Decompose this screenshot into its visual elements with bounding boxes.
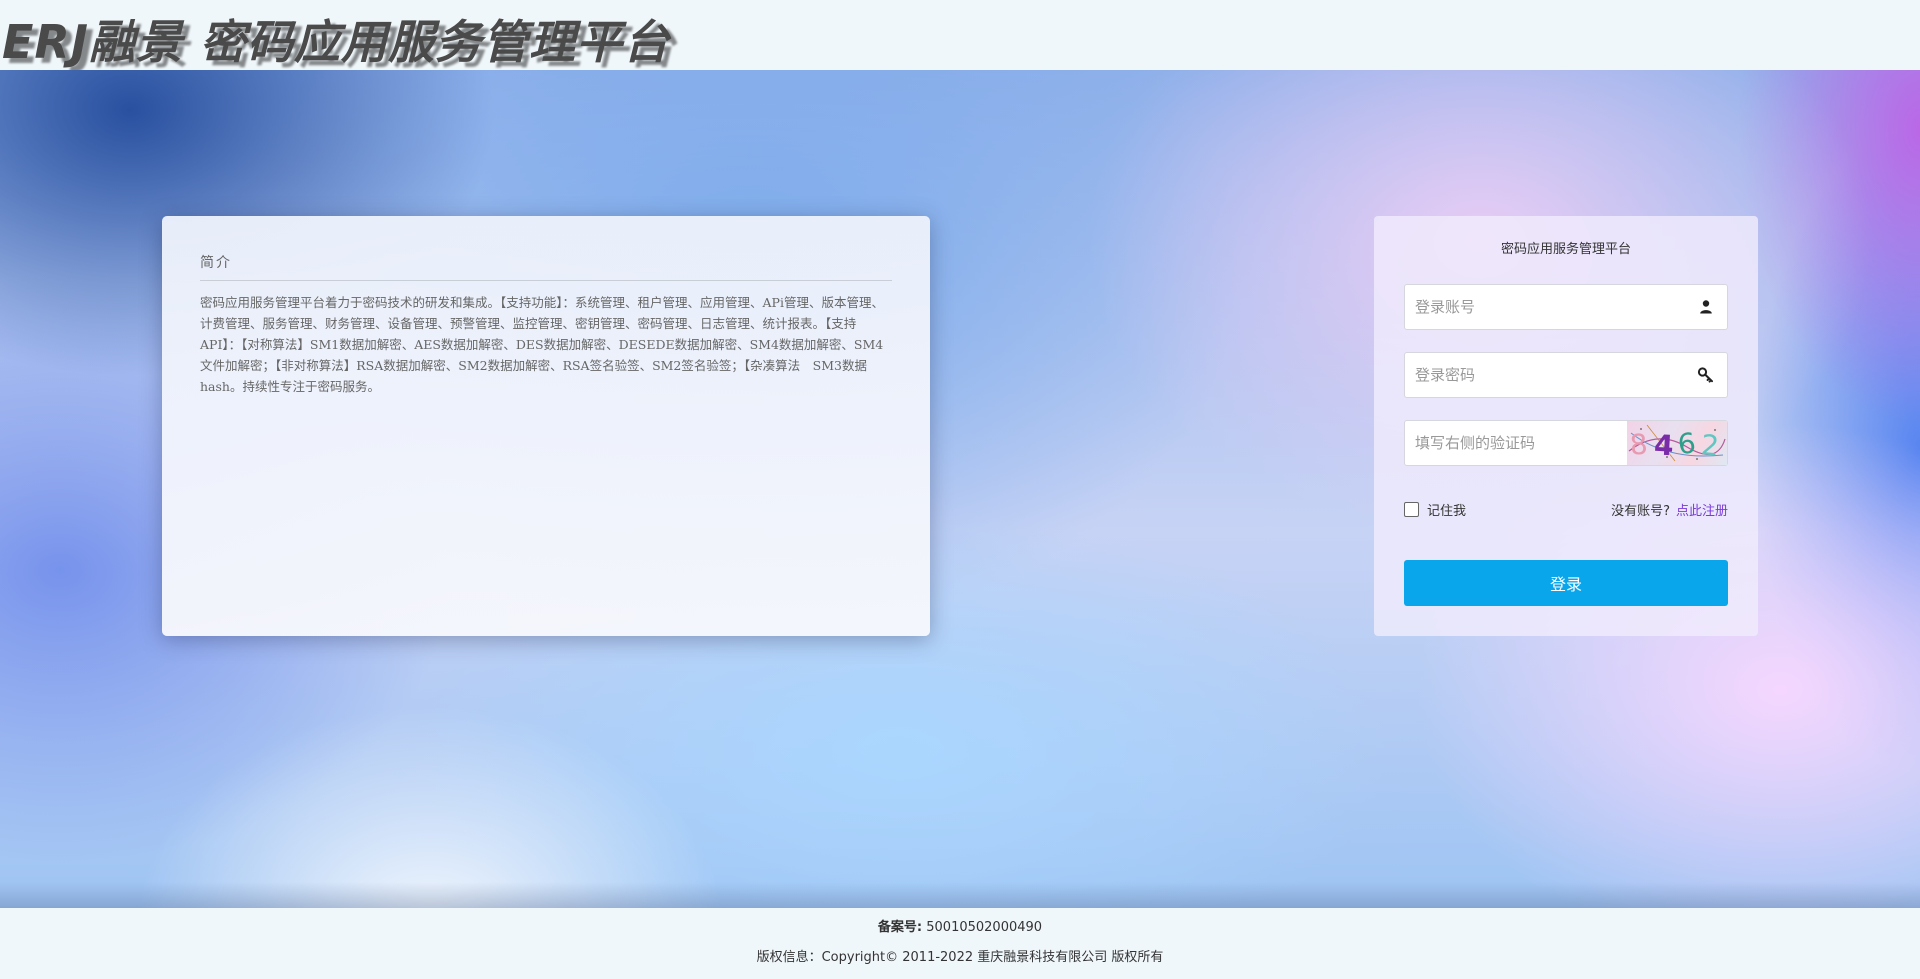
password-field [1404,352,1728,398]
captcha-noise: 8 4 6 2 [1628,424,1726,463]
user-icon [1700,300,1712,314]
footer: 备案号: 50010502000490 版权信息：Copyright© 2011… [0,908,1920,979]
svg-text:2: 2 [1700,428,1721,462]
login-panel: 密码应用服务管理平台 登录账号 填写右侧的验证码 8 4 6 2 记住我 没有账… [1374,216,1758,636]
remember-label: 记住我 [1427,503,1467,519]
remember-me[interactable]: 记住我 [1404,500,1467,519]
svg-text:4: 4 [1653,428,1674,462]
remember-checkbox[interactable] [1404,501,1419,517]
password-input[interactable] [1405,353,1675,397]
intro-panel: 简介 密码应用服务管理平台着力于密码技术的研发和集成。【支持功能】：系统管理、租… [162,216,930,636]
record-number: 50010502000490 [926,920,1043,935]
platform-logo: ERJ融景 密码应用服务管理平台 [2,15,670,69]
top-header: ERJ融景 密码应用服务管理平台 [0,0,1920,70]
captcha-image[interactable]: 8 4 6 2 [1627,421,1727,465]
register-prompt: 没有账号? 点此注册 [1611,500,1728,519]
svg-text:6: 6 [1676,426,1697,461]
copyright-text: 版权信息：Copyright© 2011-2022 重庆融景科技有限公司 版权所… [756,950,1164,965]
register-link[interactable]: 点此注册 [1676,504,1728,519]
hero-background: 简介 密码应用服务管理平台着力于密码技术的研发和集成。【支持功能】：系统管理、租… [0,70,1920,908]
svg-text:8: 8 [1629,428,1649,462]
record-line: 备案号: 50010502000490 [0,916,1920,935]
key-icon [1697,367,1713,383]
username-input[interactable] [1405,285,1675,329]
login-button[interactable]: 登录 [1404,560,1728,606]
login-title: 密码应用服务管理平台 [1500,242,1631,257]
record-label: 备案号: [877,920,923,935]
captcha-field: 8 4 6 2 [1404,420,1728,466]
username-field [1404,284,1728,330]
no-account-text: 没有账号? [1611,504,1670,519]
intro-title: 简介 [200,252,892,281]
intro-text: 密码应用服务管理平台着力于密码技术的研发和集成。【支持功能】：系统管理、租户管理… [200,295,884,394]
captcha-input[interactable] [1405,421,1625,465]
